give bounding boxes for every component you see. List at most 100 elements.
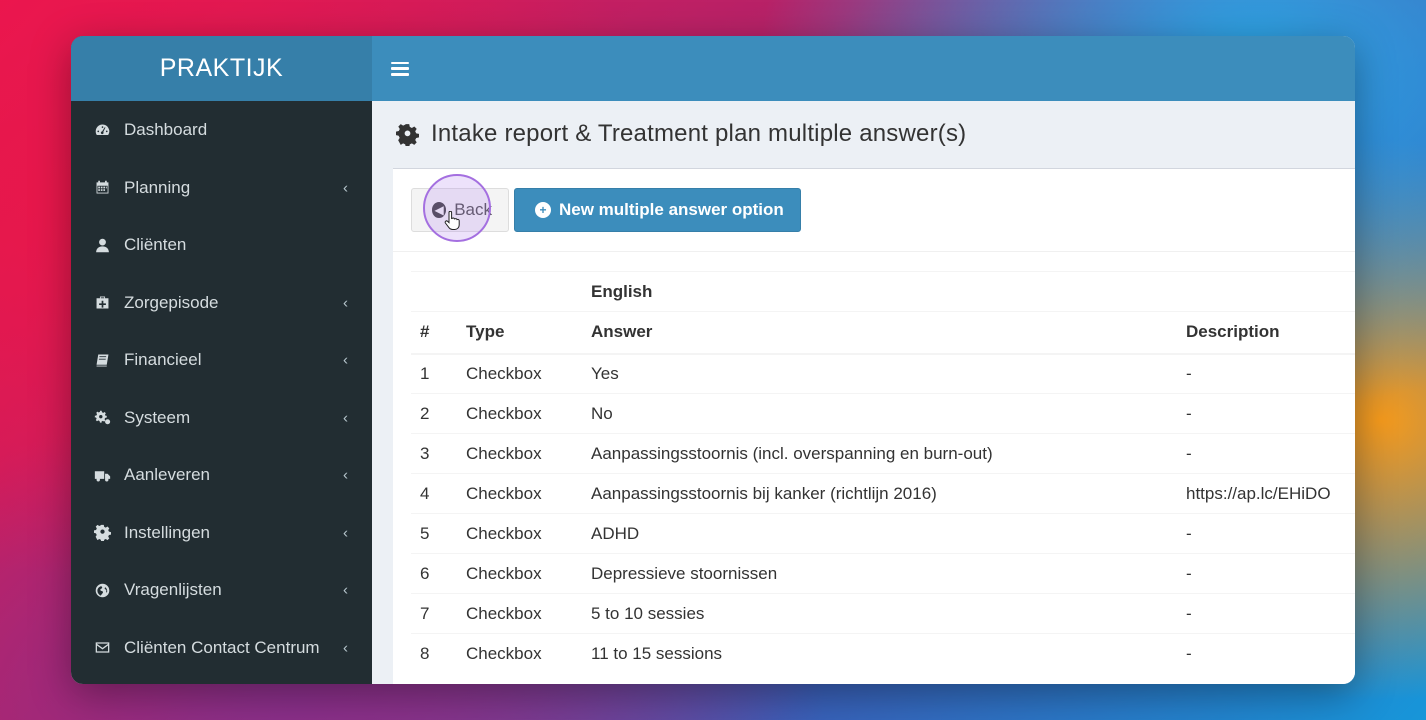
cell-type: Checkbox — [457, 593, 582, 634]
sidebar-item-label: Vragenlijsten — [124, 580, 222, 600]
chevron-left-icon: ‹ — [343, 179, 348, 197]
cell-answer: 11 to 15 sessions — [582, 633, 1177, 674]
cell-type: Checkbox — [457, 433, 582, 474]
chevron-left-icon: ‹ — [343, 524, 348, 542]
back-button[interactable]: ◀ Back — [411, 188, 509, 232]
table-header-row: # Type Answer Description — [411, 311, 1355, 355]
cell-type: Checkbox — [457, 393, 582, 434]
table-row[interactable]: 7 Checkbox 5 to 10 sessies - — [411, 593, 1355, 634]
cell-description: - — [1177, 513, 1355, 554]
sidebar-item-clienten-contact-centrum[interactable]: Cliënten Contact Centrum ‹ — [71, 619, 372, 677]
sidebar-item-label: Systeem — [124, 407, 191, 427]
cell-number: 1 — [411, 353, 457, 394]
cell-description: - — [1177, 633, 1355, 674]
cell-type: Checkbox — [457, 353, 582, 394]
page-title: Intake report & Treatment plan multiple … — [431, 120, 967, 147]
table-row[interactable]: 5 Checkbox ADHD - — [411, 513, 1355, 554]
new-multiple-answer-option-button[interactable]: + New multiple answer option — [514, 188, 801, 232]
cell-description: - — [1177, 433, 1355, 474]
main-content: Intake report & Treatment plan multiple … — [372, 101, 1355, 684]
table-row[interactable]: 8 Checkbox 11 to 15 sessions - — [411, 633, 1355, 674]
cell-type: Checkbox — [457, 473, 582, 514]
cell-type: Checkbox — [457, 553, 582, 594]
sidebar-menu: Dashboard Planning ‹ Cliënten Zorgepisod… — [71, 101, 372, 677]
language-group-header: English — [582, 271, 1177, 312]
cell-number: 2 — [411, 393, 457, 434]
sidebar-item-dashboard[interactable]: Dashboard — [71, 101, 372, 159]
page-header: Intake report & Treatment plan multiple … — [372, 101, 1355, 167]
column-header-number: # — [411, 311, 457, 355]
table-row[interactable]: 3 Checkbox Aanpassingsstoornis (incl. ov… — [411, 433, 1355, 474]
table-row[interactable]: 2 Checkbox No - — [411, 393, 1355, 434]
cell-description-link[interactable]: https://ap.lc/EHiDO — [1177, 473, 1355, 514]
chevron-left-icon: ‹ — [343, 351, 348, 369]
cell-number: 4 — [411, 473, 457, 514]
sidebar-item-clienten[interactable]: Cliënten — [71, 217, 372, 275]
cell-description: - — [1177, 393, 1355, 434]
sidebar-item-label: Cliënten Contact Centrum — [124, 637, 320, 657]
table-group-header-row: English — [411, 271, 1355, 312]
cell-type: Checkbox — [457, 513, 582, 554]
envelope-icon — [93, 638, 112, 657]
sidebar-item-label: Financieel — [124, 350, 202, 370]
column-header-answer: Answer — [582, 311, 1177, 355]
answers-table: English # Type Answer Description 1 Chec… — [411, 271, 1355, 674]
gear-icon — [396, 123, 431, 146]
hamburger-menu-icon[interactable] — [391, 61, 409, 76]
sidebar-item-label: Aanleveren — [124, 465, 211, 485]
cell-number: 5 — [411, 513, 457, 554]
table-row[interactable]: 4 Checkbox Aanpassingsstoornis bij kanke… — [411, 473, 1355, 514]
table-row[interactable]: 1 Checkbox Yes - — [411, 353, 1355, 394]
new-button-label: New multiple answer option — [559, 200, 784, 219]
chevron-left-icon: ‹ — [343, 409, 348, 427]
calendar-icon — [93, 178, 112, 197]
cogs-icon — [93, 408, 112, 427]
sidebar-item-label: Dashboard — [124, 120, 208, 139]
sidebar-item-label: Planning — [124, 177, 191, 197]
book-icon — [93, 351, 112, 370]
cell-number: 6 — [411, 553, 457, 594]
back-button-label: Back — [454, 200, 492, 219]
cell-answer: Depressieve stoornissen — [582, 553, 1177, 594]
sidebar-item-instellingen[interactable]: Instellingen ‹ — [71, 504, 372, 562]
sidebar-item-aanleveren[interactable]: Aanleveren ‹ — [71, 447, 372, 505]
table-row[interactable]: 6 Checkbox Depressieve stoornissen - — [411, 553, 1355, 594]
sidebar-item-label: Instellingen — [124, 522, 211, 542]
sidebar-item-label: Zorgepisode — [124, 292, 219, 312]
cell-description: - — [1177, 353, 1355, 394]
user-icon — [93, 236, 112, 255]
column-header-type: Type — [457, 311, 582, 355]
plus-circle-icon: + — [535, 202, 551, 218]
sidebar-item-planning[interactable]: Planning ‹ — [71, 159, 372, 217]
cell-description: - — [1177, 593, 1355, 634]
arrow-circle-left-icon: ◀ — [432, 202, 447, 218]
cell-answer: Aanpassingsstoornis (incl. overspanning … — [582, 433, 1177, 474]
cell-description: - — [1177, 553, 1355, 594]
app-logo[interactable]: PRAKTIJK — [71, 36, 372, 101]
truck-icon — [93, 466, 112, 485]
sidebar: PRAKTIJK Dashboard Planning ‹ Cliënten Z… — [71, 36, 372, 684]
column-header-description: Description — [1177, 311, 1355, 355]
sidebar-item-label: Cliënten — [124, 235, 187, 255]
box-toolbar: ◀ Back + New multiple answer option — [393, 169, 1355, 252]
cell-answer: Aanpassingsstoornis bij kanker (richtlij… — [582, 473, 1177, 514]
chevron-left-icon: ‹ — [343, 294, 348, 312]
app-window: PRAKTIJK Dashboard Planning ‹ Cliënten Z… — [71, 36, 1355, 684]
sidebar-item-systeem[interactable]: Systeem ‹ — [71, 389, 372, 447]
sidebar-item-zorgepisode[interactable]: Zorgepisode ‹ — [71, 274, 372, 332]
content-box: ◀ Back + New multiple answer option Engl — [393, 168, 1355, 684]
chevron-left-icon: ‹ — [343, 639, 348, 657]
sidebar-item-vragenlijsten[interactable]: Vragenlijsten ‹ — [71, 562, 372, 620]
globe-icon — [93, 581, 112, 600]
cell-type: Checkbox — [457, 633, 582, 674]
cell-number: 8 — [411, 633, 457, 674]
chevron-left-icon: ‹ — [343, 466, 348, 484]
gear-icon — [93, 523, 112, 542]
cell-number: 3 — [411, 433, 457, 474]
sidebar-item-financieel[interactable]: Financieel ‹ — [71, 332, 372, 390]
chevron-left-icon: ‹ — [343, 581, 348, 599]
cell-answer: 5 to 10 sessies — [582, 593, 1177, 634]
cell-answer: Yes — [582, 353, 1177, 394]
medkit-icon — [93, 293, 112, 312]
top-navbar — [372, 36, 1355, 101]
